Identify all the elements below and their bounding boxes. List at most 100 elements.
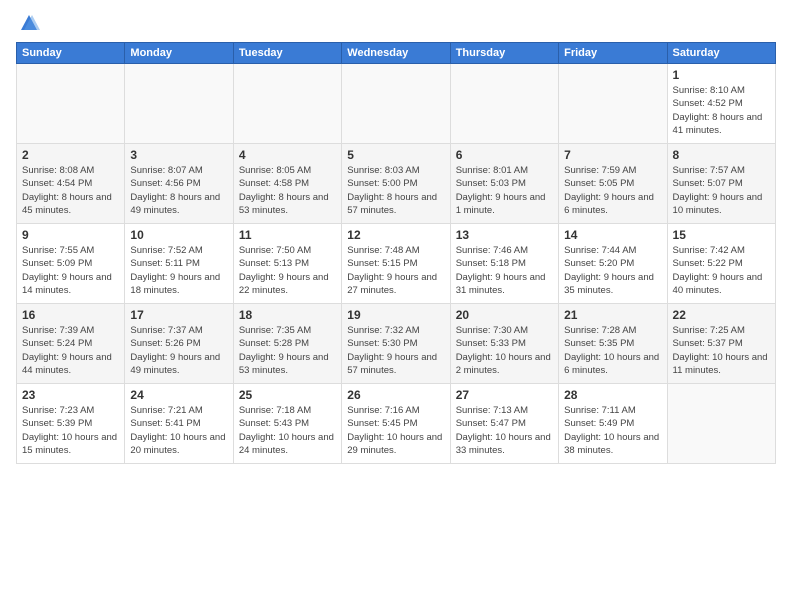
day-number: 3 [130,148,227,162]
day-number: 1 [673,68,770,82]
calendar-cell: 14 Sunrise: 7:44 AMSunset: 5:20 PMDayligh… [559,224,667,304]
calendar-cell [342,64,450,144]
calendar-cell: 3 Sunrise: 8:07 AMSunset: 4:56 PMDaylight… [125,144,233,224]
calendar-cell [667,384,775,464]
day-info: Sunrise: 7:42 AMSunset: 5:22 PMDaylight:… [673,244,770,297]
day-info: Sunrise: 7:32 AMSunset: 5:30 PMDaylight:… [347,324,444,377]
weekday-header-wednesday: Wednesday [342,43,450,64]
day-number: 13 [456,228,553,242]
day-number: 18 [239,308,336,322]
calendar-cell: 4Sunrise: 8:05 AMSunset: 4:58 PMDaylight… [233,144,341,224]
day-info: Sunrise: 7:30 AMSunset: 5:33 PMDaylight:… [456,324,553,377]
day-number: 5 [347,148,444,162]
calendar-cell: 6 Sunrise: 8:01 AMSunset: 5:03 PMDaylight… [450,144,558,224]
day-info: Sunrise: 7:16 AMSunset: 5:45 PMDaylight:… [347,404,444,457]
day-info: Sunrise: 8:03 AMSunset: 5:00 PMDaylight:… [347,164,444,217]
day-info: Sunrise: 7:18 AMSunset: 5:43 PMDaylight:… [239,404,336,457]
day-info: Sunrise: 7:13 AMSunset: 5:47 PMDaylight:… [456,404,553,457]
day-number: 14 [564,228,661,242]
day-info: Sunrise: 7:46 AMSunset: 5:18 PMDaylight:… [456,244,553,297]
calendar-cell: 10Sunrise: 7:52 AMSunset: 5:11 PMDayligh… [125,224,233,304]
week-row-2: 2Sunrise: 8:08 AMSunset: 4:54 PMDaylight… [17,144,776,224]
week-row-1: 1 Sunrise: 8:10 AMSunset: 4:52 PMDaylight… [17,64,776,144]
day-number: 19 [347,308,444,322]
calendar-cell: 2Sunrise: 8:08 AMSunset: 4:54 PMDaylight… [17,144,125,224]
day-number: 27 [456,388,553,402]
day-info: Sunrise: 7:21 AMSunset: 5:41 PMDaylight:… [130,404,227,457]
week-row-3: 9 Sunrise: 7:55 AMSunset: 5:09 PMDaylight… [17,224,776,304]
calendar-cell: 18 Sunrise: 7:35 AMSunset: 5:28 PMDayligh… [233,304,341,384]
day-number: 23 [22,388,119,402]
weekday-header-thursday: Thursday [450,43,558,64]
calendar-cell: 28 Sunrise: 7:11 AMSunset: 5:49 PMDayligh… [559,384,667,464]
day-number: 6 [456,148,553,162]
calendar-cell [17,64,125,144]
week-row-4: 16 Sunrise: 7:39 AMSunset: 5:24 PMDayligh… [17,304,776,384]
day-info: Sunrise: 7:25 AMSunset: 5:37 PMDaylight:… [673,324,770,377]
day-info: Sunrise: 7:55 AMSunset: 5:09 PMDaylight:… [22,244,119,297]
calendar-cell [125,64,233,144]
day-number: 16 [22,308,119,322]
day-info: Sunrise: 7:23 AMSunset: 5:39 PMDaylight:… [22,404,119,457]
day-number: 15 [673,228,770,242]
calendar-cell: 25 Sunrise: 7:18 AMSunset: 5:43 PMDayligh… [233,384,341,464]
calendar-cell: 21 Sunrise: 7:28 AMSunset: 5:35 PMDayligh… [559,304,667,384]
weekday-header-tuesday: Tuesday [233,43,341,64]
day-number: 21 [564,308,661,322]
day-number: 8 [673,148,770,162]
calendar-cell: 20 Sunrise: 7:30 AMSunset: 5:33 PMDayligh… [450,304,558,384]
calendar-cell [450,64,558,144]
day-info: Sunrise: 8:07 AMSunset: 4:56 PMDaylight:… [130,164,227,217]
day-info: Sunrise: 8:10 AMSunset: 4:52 PMDaylight:… [673,84,770,137]
weekday-header-monday: Monday [125,43,233,64]
week-row-5: 23 Sunrise: 7:23 AMSunset: 5:39 PMDayligh… [17,384,776,464]
calendar-cell: 7 Sunrise: 7:59 AMSunset: 5:05 PMDaylight… [559,144,667,224]
calendar-cell: 8 Sunrise: 7:57 AMSunset: 5:07 PMDaylight… [667,144,775,224]
day-info: Sunrise: 7:50 AMSunset: 5:13 PMDaylight:… [239,244,336,297]
calendar-cell: 27 Sunrise: 7:13 AMSunset: 5:47 PMDayligh… [450,384,558,464]
calendar-cell: 5 Sunrise: 8:03 AMSunset: 5:00 PMDaylight… [342,144,450,224]
day-info: Sunrise: 7:11 AMSunset: 5:49 PMDaylight:… [564,404,661,457]
day-number: 10 [130,228,227,242]
calendar-cell: 24 Sunrise: 7:21 AMSunset: 5:41 PMDayligh… [125,384,233,464]
day-info: Sunrise: 7:44 AMSunset: 5:20 PMDaylight:… [564,244,661,297]
calendar-cell: 1 Sunrise: 8:10 AMSunset: 4:52 PMDaylight… [667,64,775,144]
calendar-cell: 9 Sunrise: 7:55 AMSunset: 5:09 PMDaylight… [17,224,125,304]
day-number: 17 [130,308,227,322]
calendar-cell: 23 Sunrise: 7:23 AMSunset: 5:39 PMDayligh… [17,384,125,464]
day-number: 7 [564,148,661,162]
day-number: 28 [564,388,661,402]
weekday-header-row: SundayMondayTuesdayWednesdayThursdayFrid… [17,43,776,64]
day-number: 12 [347,228,444,242]
day-number: 22 [673,308,770,322]
calendar-cell: 16 Sunrise: 7:39 AMSunset: 5:24 PMDayligh… [17,304,125,384]
day-number: 25 [239,388,336,402]
weekday-header-friday: Friday [559,43,667,64]
calendar-cell: 11 Sunrise: 7:50 AMSunset: 5:13 PMDayligh… [233,224,341,304]
header [16,12,776,34]
weekday-header-saturday: Saturday [667,43,775,64]
calendar-cell [233,64,341,144]
day-number: 24 [130,388,227,402]
day-number: 9 [22,228,119,242]
logo [16,12,40,34]
page: SundayMondayTuesdayWednesdayThursdayFrid… [0,0,792,612]
day-number: 2 [22,148,119,162]
day-info: Sunrise: 8:05 AMSunset: 4:58 PMDaylight:… [239,164,336,217]
day-info: Sunrise: 7:28 AMSunset: 5:35 PMDaylight:… [564,324,661,377]
day-info: Sunrise: 8:01 AMSunset: 5:03 PMDaylight:… [456,164,553,217]
weekday-header-sunday: Sunday [17,43,125,64]
calendar-cell: 13 Sunrise: 7:46 AMSunset: 5:18 PMDayligh… [450,224,558,304]
day-info: Sunrise: 7:57 AMSunset: 5:07 PMDaylight:… [673,164,770,217]
day-info: Sunrise: 7:37 AMSunset: 5:26 PMDaylight:… [130,324,227,377]
day-number: 11 [239,228,336,242]
logo-icon [18,12,40,34]
day-number: 20 [456,308,553,322]
day-info: Sunrise: 7:59 AMSunset: 5:05 PMDaylight:… [564,164,661,217]
calendar-cell: 17 Sunrise: 7:37 AMSunset: 5:26 PMDayligh… [125,304,233,384]
day-info: Sunrise: 7:35 AMSunset: 5:28 PMDaylight:… [239,324,336,377]
calendar-cell: 26Sunrise: 7:16 AMSunset: 5:45 PMDayligh… [342,384,450,464]
calendar: SundayMondayTuesdayWednesdayThursdayFrid… [16,42,776,464]
calendar-cell [559,64,667,144]
day-info: Sunrise: 7:39 AMSunset: 5:24 PMDaylight:… [22,324,119,377]
